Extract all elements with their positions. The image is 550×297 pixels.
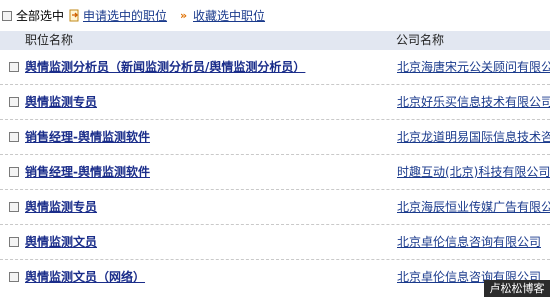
column-header-company: 公司名称 xyxy=(396,33,445,47)
row-checkbox[interactable] xyxy=(9,132,19,142)
table-row: 销售经理-舆情监测软件 时趣互动(北京)科技有限公司 xyxy=(0,155,550,190)
company-link[interactable]: 北京卓伦信息咨询有限公司 xyxy=(397,235,541,250)
job-title-link[interactable]: 舆情监测文员 xyxy=(25,235,97,250)
company-link[interactable]: 北京龙道明易国际信息技术咨询有限公司 xyxy=(397,130,550,145)
row-checkbox[interactable] xyxy=(9,167,19,177)
double-chevron-right-icon: » xyxy=(180,9,187,22)
row-checkbox[interactable] xyxy=(9,272,19,282)
job-title-link[interactable]: 舆情监测分析员（新闻监测分析员/舆情监测分析员） xyxy=(25,60,305,75)
column-header-title: 职位名称 xyxy=(25,33,74,47)
select-all-label[interactable]: 全部选中 xyxy=(16,9,64,23)
row-checkbox[interactable] xyxy=(9,97,19,107)
apply-document-icon[interactable] xyxy=(69,9,80,22)
apply-selected-button[interactable]: 申请选中的职位 xyxy=(83,9,167,23)
table-row: 销售经理-舆情监测软件 北京龙道明易国际信息技术咨询有限公司 xyxy=(0,120,550,155)
job-title-link[interactable]: 舆情监测文员（网络） xyxy=(25,270,145,285)
row-checkbox[interactable] xyxy=(9,202,19,212)
watermark: 卢松松博客 xyxy=(484,280,550,297)
table-row: 舆情监测分析员（新闻监测分析员/舆情监测分析员） 北京海唐宋元公关顾问有限公司 xyxy=(0,50,550,85)
toolbar: 全部选中 申请选中的职位 » 收藏选中职位 xyxy=(0,0,550,31)
table-row: 舆情监测文员（网络） 北京卓伦信息咨询有限公司 xyxy=(0,260,550,295)
company-link[interactable]: 北京海辰恒业传媒广告有限公司 xyxy=(397,200,550,215)
table-header: 职位名称 公司名称 xyxy=(0,31,550,50)
job-title-link[interactable]: 舆情监测专员 xyxy=(25,200,97,215)
row-checkbox[interactable] xyxy=(9,237,19,247)
select-all-checkbox[interactable] xyxy=(2,11,12,21)
company-link[interactable]: 时趣互动(北京)科技有限公司 xyxy=(397,165,550,180)
company-link[interactable]: 北京好乐买信息技术有限公司 xyxy=(397,95,550,110)
table-row: 舆情监测专员 北京好乐买信息技术有限公司 xyxy=(0,85,550,120)
job-title-link[interactable]: 舆情监测专员 xyxy=(25,95,97,110)
job-title-link[interactable]: 销售经理-舆情监测软件 xyxy=(25,165,150,180)
company-link[interactable]: 北京海唐宋元公关顾问有限公司 xyxy=(397,60,550,75)
collect-selected-button[interactable]: 收藏选中职位 xyxy=(193,9,265,23)
table-row: 舆情监测文员 北京卓伦信息咨询有限公司 xyxy=(0,225,550,260)
row-checkbox[interactable] xyxy=(9,62,19,72)
job-title-link[interactable]: 销售经理-舆情监测软件 xyxy=(25,130,150,145)
table-row: 舆情监测专员 北京海辰恒业传媒广告有限公司 xyxy=(0,190,550,225)
